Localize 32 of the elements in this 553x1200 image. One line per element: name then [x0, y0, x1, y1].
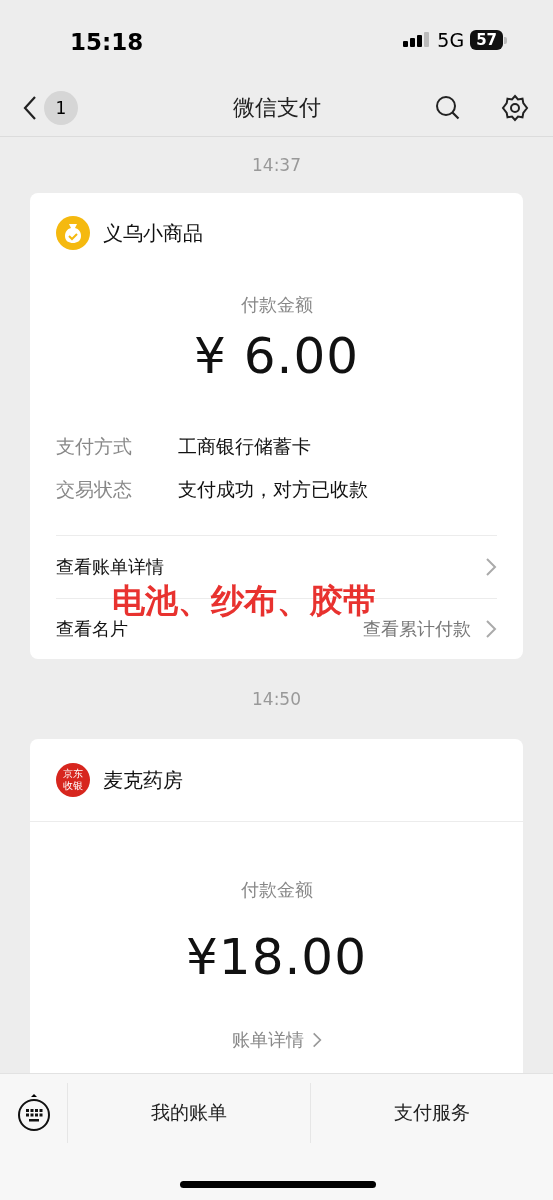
chevron-icon — [485, 557, 497, 577]
merchant-name: 麦克药房 — [103, 766, 183, 794]
clock-time: 15:18 — [70, 27, 145, 55]
link-label[interactable]: 查看累计付款 — [363, 617, 471, 641]
merchant-logo: 京东收银 — [56, 763, 90, 797]
chevron-icon — [485, 619, 497, 639]
payment-amount: ¥ 6.00 — [193, 327, 359, 385]
settings-icon[interactable] — [501, 94, 529, 122]
keyboard-icon[interactable] — [16, 1094, 51, 1132]
network-label: 5G — [437, 29, 465, 51]
back-icon[interactable] — [22, 95, 38, 121]
field-label: 支付方式 — [56, 433, 133, 459]
message-time: 14:50 — [252, 689, 301, 709]
unread-badge: 1 — [44, 91, 78, 125]
search-icon[interactable] — [435, 95, 461, 121]
field-value: 支付成功，对方已收款 — [178, 476, 368, 502]
signal-icon — [403, 31, 432, 49]
menu-tab[interactable]: 支付服务 — [310, 1083, 553, 1143]
chevron-icon — [311, 1030, 322, 1050]
link-label[interactable]: 查看账单详情 — [56, 555, 164, 579]
menu-tab[interactable]: 我的账单 — [68, 1083, 310, 1143]
bill-detail-link[interactable]: 账单详情 — [30, 1028, 523, 1073]
amount-label: 付款金额 — [240, 878, 313, 902]
amount-label: 付款金额 — [240, 293, 313, 317]
field-label: 交易状态 — [56, 476, 133, 502]
payment-amount: ¥18.00 — [186, 928, 367, 986]
page-title: 微信支付 — [232, 95, 321, 120]
merchant-name: 义乌小商品 — [103, 219, 203, 247]
annotation-text: 电池、纱布、胶带 — [112, 584, 376, 617]
field-value: 工商银行储蓄卡 — [178, 433, 311, 459]
link-label[interactable]: 查看名片 — [56, 617, 128, 641]
message-time: 14:37 — [252, 155, 301, 175]
